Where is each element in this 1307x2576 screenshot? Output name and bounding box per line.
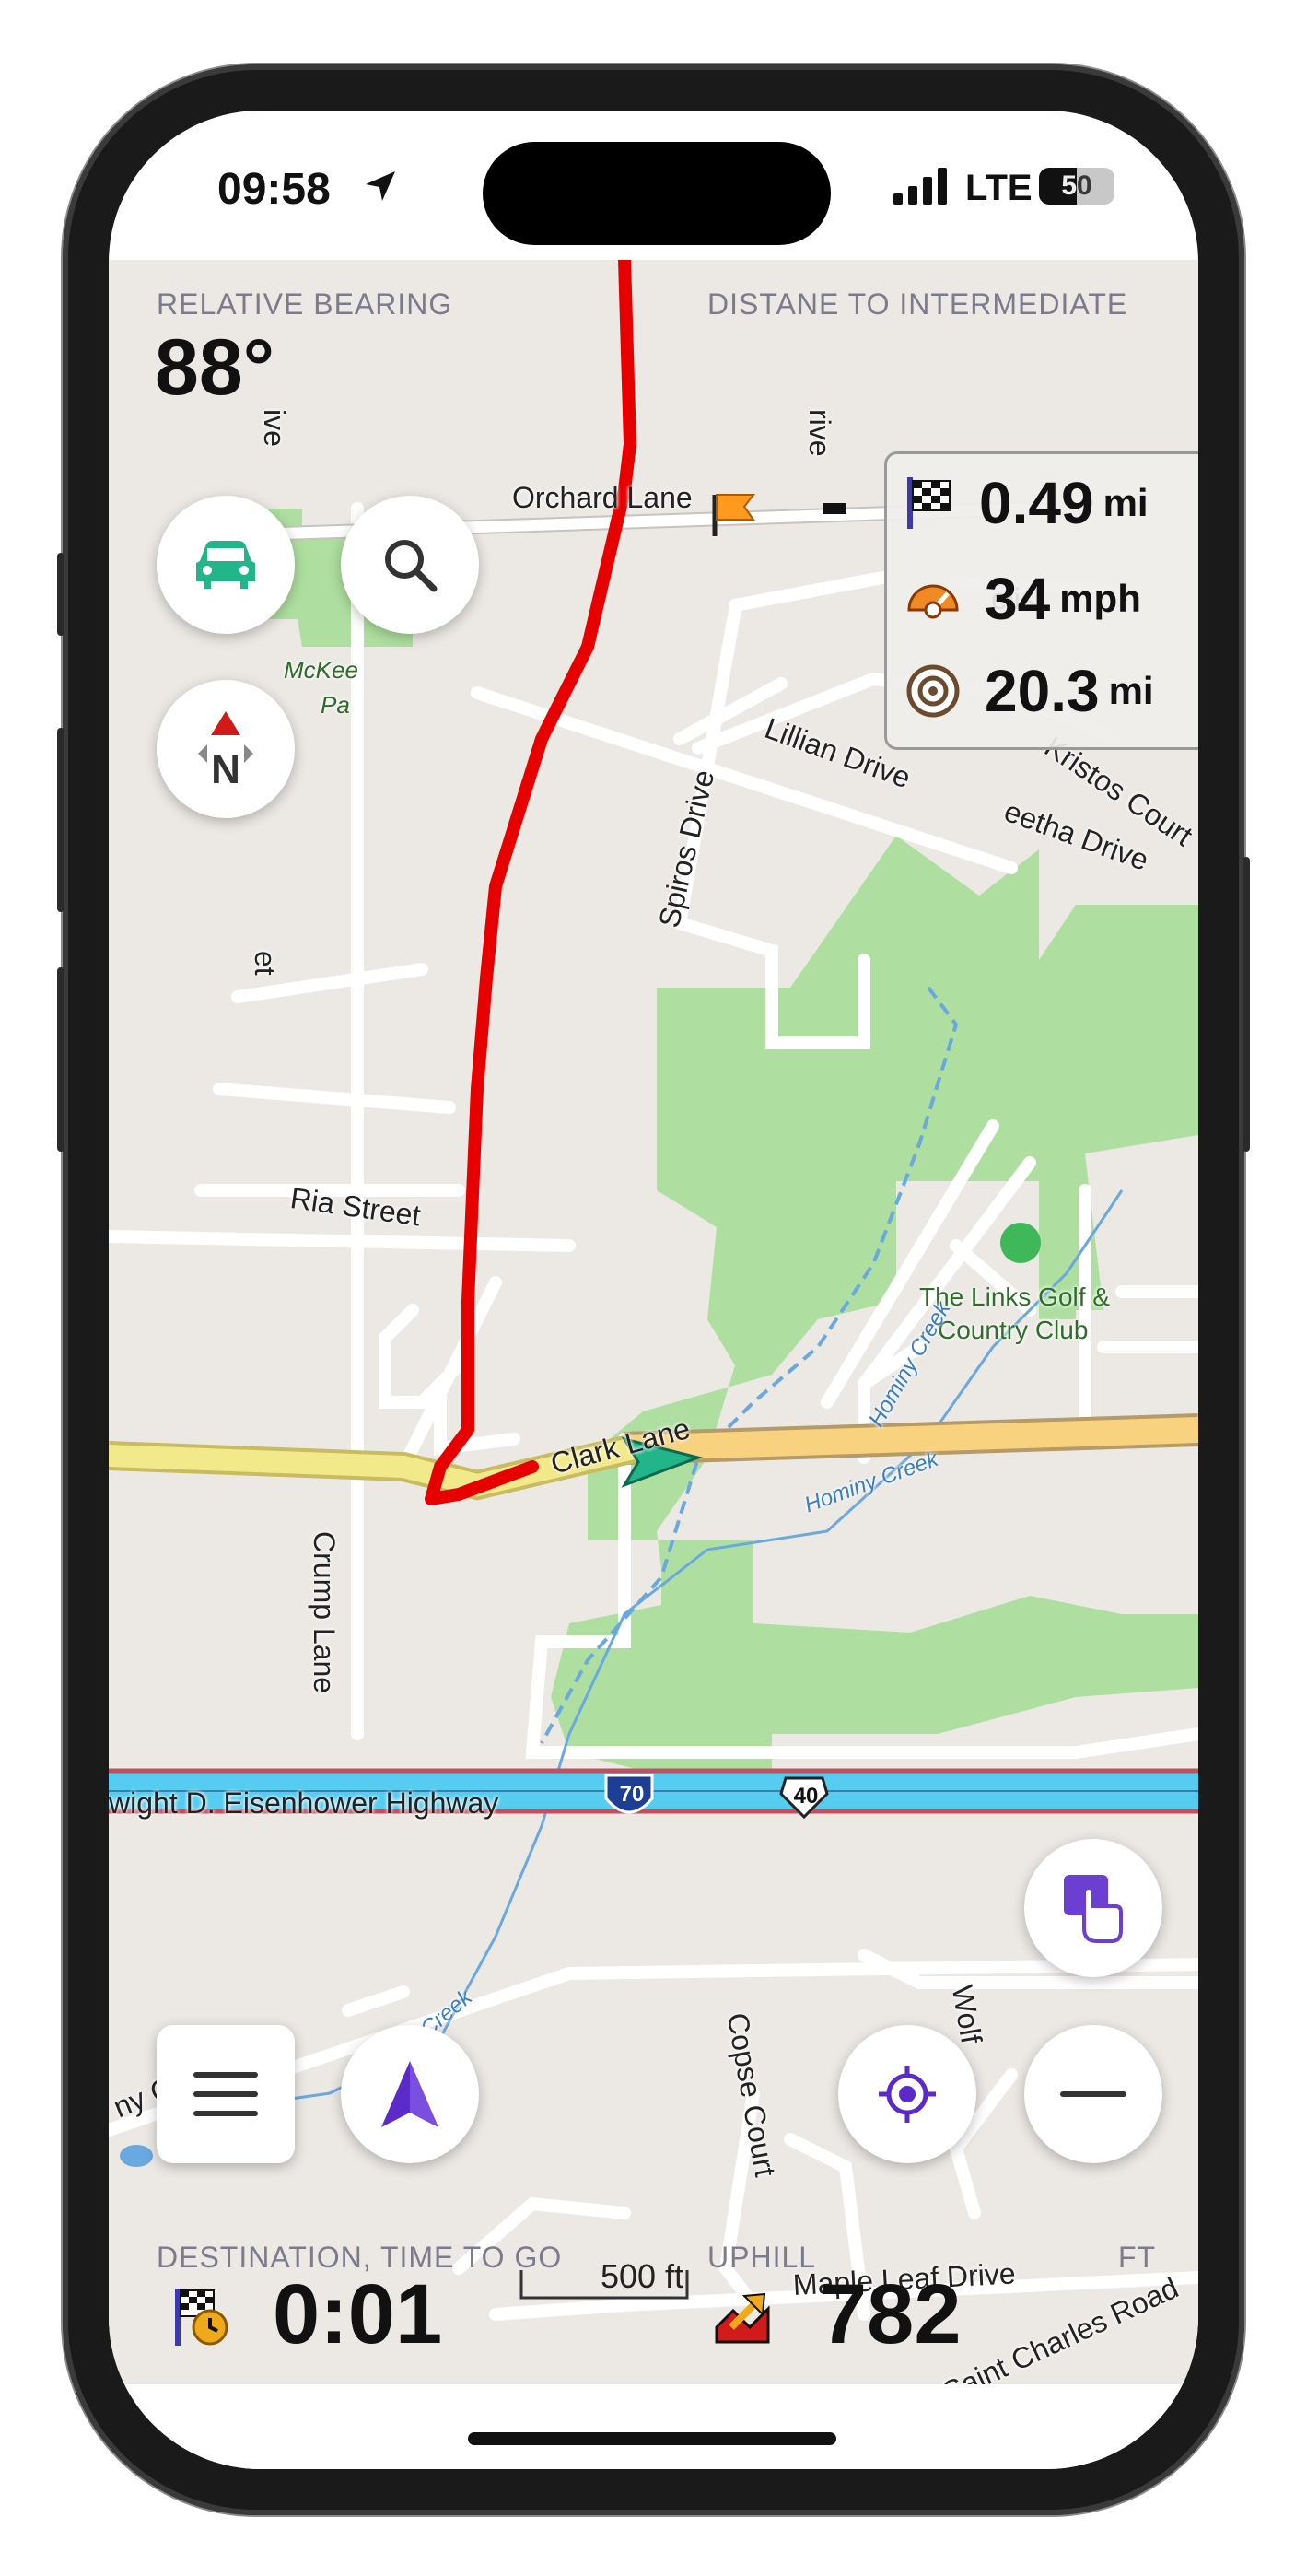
menu-button[interactable] (157, 2025, 295, 2163)
map-label-mckee-park-2: Pa (321, 691, 350, 719)
dynamic-island (483, 142, 831, 245)
map-scale-label: 500 ft (600, 2257, 684, 2295)
interstate-shield-number: 70 (619, 1782, 645, 1807)
speed-widget[interactable]: 34 mph (905, 559, 1141, 638)
compass-icon: N (198, 711, 253, 790)
cellular-signal-icon (893, 168, 947, 205)
zoom-out-icon (1060, 2091, 1126, 2097)
checkered-flag-icon (907, 477, 951, 529)
profile-car-button[interactable] (157, 496, 295, 634)
odometer-widget[interactable]: 20.3 mi (905, 651, 1154, 731)
intermediate-flag (716, 494, 756, 521)
odometer-unit: mi (1108, 669, 1154, 712)
speed-value: 34 (985, 566, 1051, 632)
location-arrow-icon (366, 171, 395, 201)
touch-lock-button[interactable] (1024, 1839, 1162, 1977)
map-label-drive-fragment: ive (258, 409, 291, 447)
home-indicator[interactable] (468, 2432, 836, 2445)
phone-power-button (1243, 857, 1250, 1152)
map-label-mckee-park: McKee (284, 656, 358, 684)
map-label-orchard-lane: Orchard Lane (512, 481, 693, 514)
zoom-out-button[interactable] (1024, 2025, 1162, 2163)
search-icon (385, 540, 438, 592)
destination-distance-value: 0.49 (979, 470, 1094, 536)
network-type: LTE (965, 168, 1033, 208)
relative-bearing-label: RELATIVE BEARING (157, 287, 453, 321)
phone-volume-down-button (57, 967, 64, 1152)
my-location-button[interactable] (838, 2025, 976, 2163)
odometer-value: 20.3 (985, 658, 1100, 724)
time-to-go-icon (175, 2289, 228, 2346)
time-to-go-value[interactable]: 0:01 (273, 2266, 442, 2363)
car-icon (196, 541, 255, 589)
phone-screen: Orchard Lane elis McKee Pa Lillian Drive… (109, 111, 1198, 2469)
status-bar: 09:58 LTE 50 (109, 111, 1198, 260)
destination-distance-unit: mi (1103, 481, 1149, 524)
map-label-crump-lane: Crump Lane (308, 1531, 341, 1694)
us-route-shield-number: 40 (793, 1784, 819, 1809)
menu-icon (193, 2072, 258, 2116)
phone-volume-up-button (57, 728, 64, 912)
bottom-safe-area (109, 2384, 1198, 2469)
destination-distance-widget[interactable]: 0.49 mi (905, 463, 1149, 543)
speedometer-icon (907, 584, 959, 619)
relative-bearing-value[interactable]: 88° (155, 322, 274, 414)
map-label-eisenhower-highway: wight D. Eisenhower Highway (109, 1786, 499, 1820)
speed-unit: mph (1059, 577, 1141, 620)
uphill-label: UPHILL (707, 2241, 817, 2274)
battery-level: 50 (1061, 170, 1092, 201)
uphill-value[interactable]: 782 (820, 2266, 962, 2363)
info-widget-panel[interactable]: 0.49 mi 34 mph 20.3 mi (884, 451, 1198, 750)
primary-road (624, 1417, 1198, 1461)
navigation-route (425, 260, 636, 1505)
compass-button[interactable]: N (157, 680, 295, 818)
phone-action-button (57, 553, 64, 636)
touch-lock-icon (1064, 1875, 1123, 1943)
search-button[interactable] (341, 496, 479, 634)
map-label-north-street: et (249, 951, 282, 976)
uphill-unit: FT (1118, 2241, 1157, 2274)
my-location-icon (879, 2066, 936, 2123)
map-label-golf-club-2: Country Club (938, 1316, 1089, 1344)
map-label-north-drive: rive (803, 409, 836, 457)
uphill-icon (715, 2292, 770, 2344)
navigation-button[interactable] (341, 2025, 479, 2163)
battery-indicator: 50 (1039, 168, 1114, 205)
status-time: 09:58 (217, 165, 331, 214)
navigation-arrow-icon (381, 2061, 438, 2127)
compass-north-label: N (211, 747, 240, 790)
golf-poi-marker (1000, 1223, 1041, 1263)
intermediate-distance-label: DISTANE TO INTERMEDIATE (707, 287, 1128, 321)
odometer-icon (906, 664, 960, 718)
